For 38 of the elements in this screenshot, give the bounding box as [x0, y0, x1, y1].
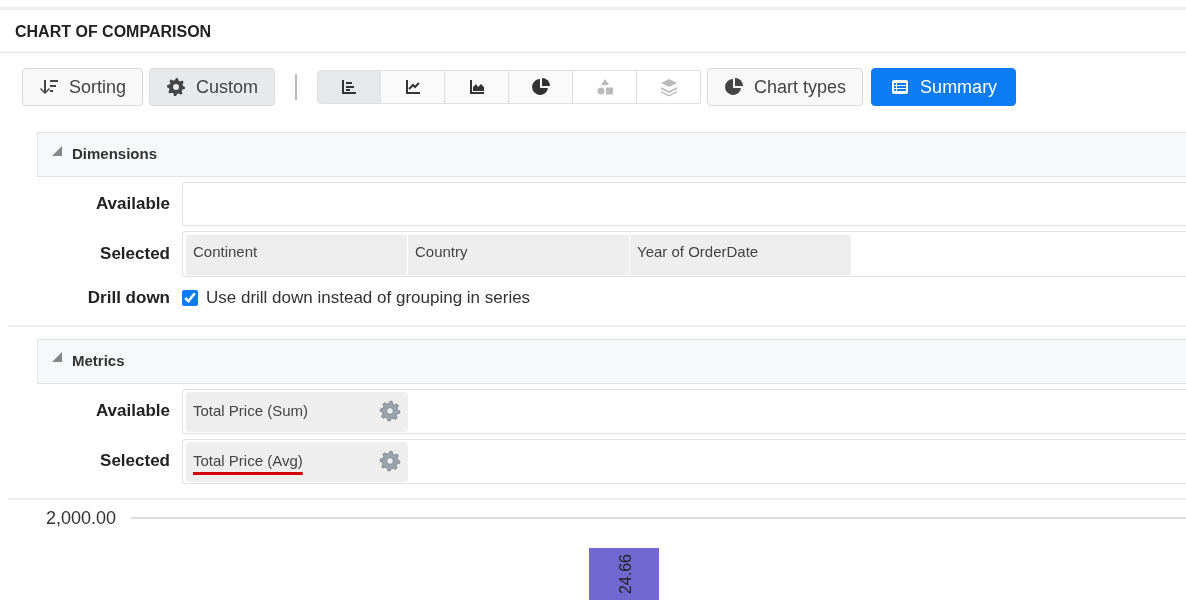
- pie-chart-icon: [724, 77, 745, 97]
- gear-icon[interactable]: [379, 449, 401, 472]
- pie-chart-icon: [530, 77, 551, 97]
- dimension-chip[interactable]: Year of OrderDate: [630, 235, 852, 275]
- metric-label: Total Price (Avg): [193, 450, 303, 471]
- chart-type-button[interactable]: [317, 70, 382, 104]
- chart-type-button[interactable]: [445, 70, 510, 104]
- chart-bar: [589, 547, 659, 600]
- gear-icon[interactable]: [379, 399, 401, 422]
- checkbox[interactable]: [182, 289, 198, 306]
- chart-types-button[interactable]: Chart types: [707, 68, 864, 106]
- section-title: Dimensions: [72, 144, 158, 165]
- field-label: Drill down: [86, 287, 171, 309]
- bar-value-label: 24.66: [617, 553, 634, 594]
- chart-type-button[interactable]: [509, 70, 574, 104]
- dimension-chip[interactable]: Country: [408, 235, 630, 275]
- summary-button[interactable]: Summary: [871, 68, 1017, 106]
- field-label: Available: [94, 193, 171, 216]
- dimension-chip[interactable]: Continent: [186, 235, 408, 275]
- section-header[interactable]: Metrics: [37, 338, 1186, 384]
- gear-icon: [166, 77, 187, 97]
- section-title: Metrics: [72, 350, 125, 371]
- section-header[interactable]: Dimensions: [37, 132, 1186, 177]
- axis-tick-label: 2,000.00: [46, 507, 117, 528]
- metric-chip[interactable]: Total Price (Sum): [186, 391, 408, 432]
- sorting-button[interactable]: Sorting: [22, 68, 144, 106]
- custom-button[interactable]: Custom: [149, 68, 276, 106]
- field-label: Available: [94, 400, 171, 423]
- chart-type-button[interactable]: [381, 70, 446, 104]
- field-label: Selected: [99, 243, 171, 266]
- list-icon: [890, 77, 911, 97]
- checkbox-label: Use drill down instead of grouping in series: [206, 287, 531, 309]
- layers-icon: [658, 77, 679, 97]
- metric-label: Total Price (Sum): [193, 400, 309, 421]
- field-label: Selected: [99, 450, 171, 473]
- panel-title: CHART OF COMPARISON: [0, 10, 1186, 53]
- metric-chip[interactable]: Total Price (Avg): [186, 441, 408, 482]
- sort-icon: [39, 77, 59, 97]
